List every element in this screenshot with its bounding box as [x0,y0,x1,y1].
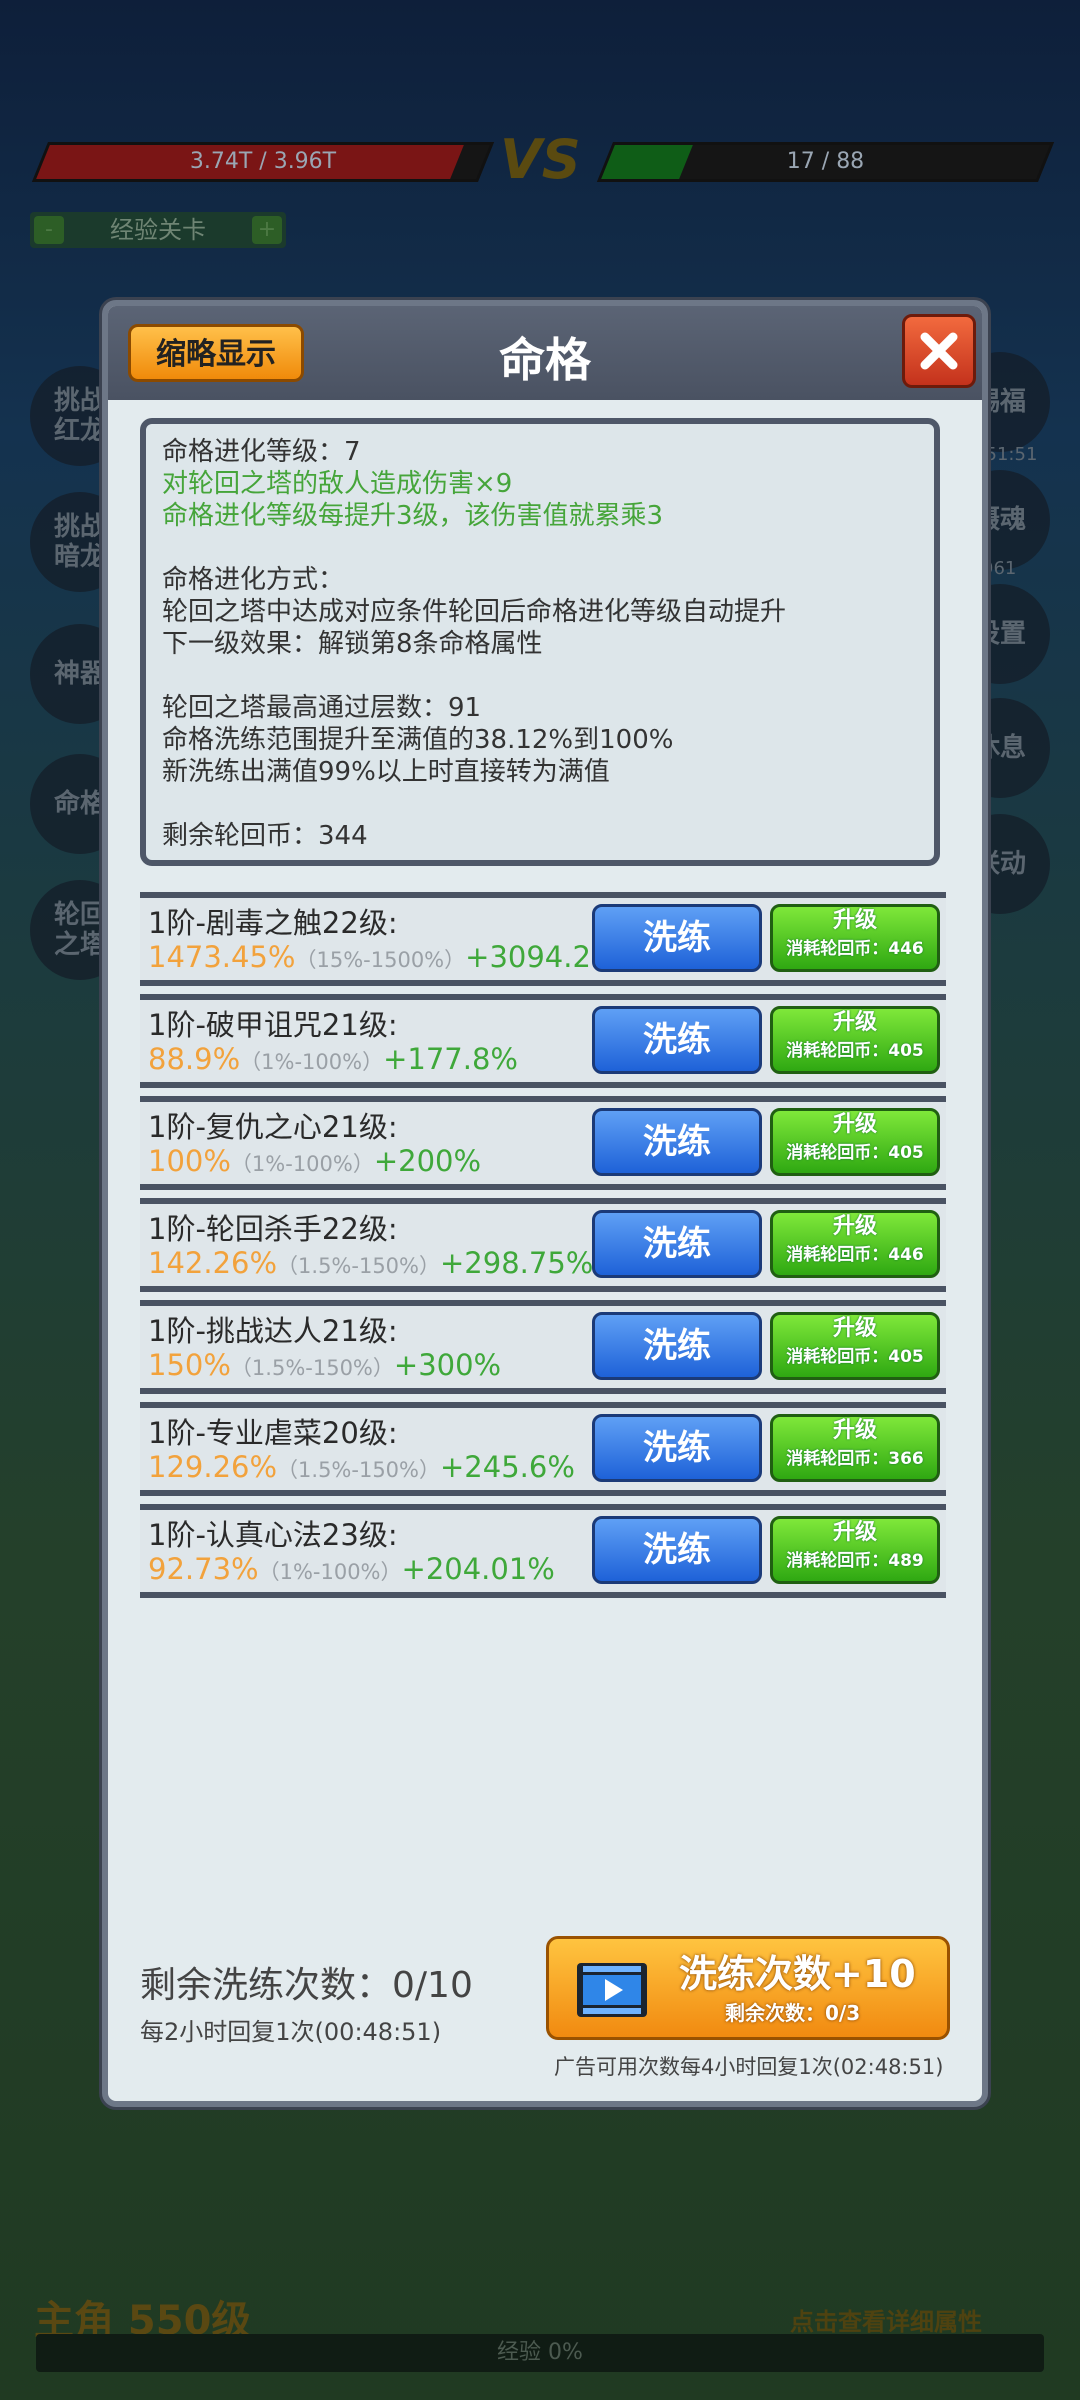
tower-damage-bonus: 对轮回之塔的敌人造成伤害×9 [162,469,513,499]
stage-plus-button[interactable]: + [252,216,282,244]
max-value-note: 新洗练出满值99%以上时直接转为满值 [162,757,610,787]
next-level-effect: 下一级效果：解锁第8条命格属性 [162,629,543,659]
attribute-values: 88.9%（1%-100%）+177.8% [148,1042,518,1076]
upgrade-button[interactable]: 升级 消耗轮回币：405 [770,1006,940,1074]
attribute-row: 1阶-挑战达人21级: 150%（1.5%-150%）+300% 洗练 升级 消耗… [140,1300,946,1394]
attribute-values: 92.73%（1%-100%）+204.01% [148,1552,555,1586]
evolution-method-desc: 轮回之塔中达成对应条件轮回后命格进化等级自动提升 [162,597,787,627]
dialog-title: 命格 [499,333,591,387]
watch-ad-button[interactable]: 洗练次数+10 剩余次数：0/3 [546,1936,950,2040]
attribute-values: 150%（1.5%-150%）+300% [148,1348,502,1382]
stage-minus-button[interactable]: - [34,216,64,244]
wash-button[interactable]: 洗练 [592,1516,762,1584]
destiny-info-box: 命格进化等级：7 对轮回之塔的敌人造成伤害×9 命格进化等级每提升3级，该伤害值… [140,418,940,866]
player-hp-text: 3.74T / 3.96T [189,149,337,174]
enemy-hp-bar: 17 / 88 [596,142,1055,182]
enemy-hp-text: 17 / 88 [786,149,865,174]
wash-button[interactable]: 洗练 [592,1210,762,1278]
stage-selector: - 经验关卡 + [30,212,286,248]
close-button[interactable] [902,314,976,388]
attribute-name: 1阶-破甲诅咒21级: [148,1008,398,1042]
detail-attributes-link[interactable]: 点击查看详细属性 [790,2302,982,2337]
video-play-icon [577,1963,647,2017]
upgrade-button[interactable]: 升级 消耗轮回币：489 [770,1516,940,1584]
vs-label: VS [500,128,581,191]
ad-recover-note: 广告可用次数每4小时回复1次(02:48:51) [554,2055,944,2079]
ad-remaining: 剩余次数：0/3 [725,2001,861,2025]
wash-button[interactable]: 洗练 [592,1414,762,1482]
attribute-values: 129.26%（1.5%-150%）+245.6% [148,1450,575,1484]
attribute-name: 1阶-轮回杀手22级: [148,1212,398,1246]
evolution-method-title: 命格进化方式： [162,565,345,595]
tower-highest-floor: 轮回之塔最高通过层数：91 [162,693,482,723]
wash-button[interactable]: 洗练 [592,904,762,972]
wash-range-note: 命格洗练范围提升至满值的38.12%到100% [162,725,674,755]
attribute-name: 1阶-专业虐菜20级: [148,1416,398,1450]
exp-bar: 经验 0% [36,2334,1044,2372]
wash-recover-note: 每2小时回复1次(00:48:51) [140,2018,442,2046]
close-icon [920,332,958,370]
attribute-values: 142.26%（1.5%-150%）+298.75% [148,1246,594,1280]
wash-button[interactable]: 洗练 [592,1006,762,1074]
attribute-row: 1阶-专业虐菜20级: 129.26%（1.5%-150%）+245.6% 洗练… [140,1402,946,1496]
player-hp-bar: 3.74T / 3.96T [31,142,495,182]
attribute-values: 100%（1%-100%）+200% [148,1144,482,1178]
ad-button-title: 洗练次数+10 [679,1952,916,1996]
attribute-row: 1阶-剧毒之触22级: 1473.45%（15%-1500%）+3094.25%… [140,892,946,986]
wash-button[interactable]: 洗练 [592,1312,762,1380]
attribute-values: 1473.45%（15%-1500%）+3094.25% [148,940,637,974]
attribute-name: 1阶-挑战达人21级: [148,1314,398,1348]
attribute-row: 1阶-认真心法23级: 92.73%（1%-100%）+204.01% 洗练 升… [140,1504,946,1598]
attribute-row: 1阶-轮回杀手22级: 142.26%（1.5%-150%）+298.75% 洗… [140,1198,946,1292]
evolution-level: 命格进化等级：7 [162,437,361,467]
attribute-name: 1阶-认真心法23级: [148,1518,398,1552]
stage-label: 经验关卡 [110,216,206,244]
upgrade-button[interactable]: 升级 消耗轮回币：405 [770,1312,940,1380]
upgrade-button[interactable]: 升级 消耗轮回币：446 [770,1210,940,1278]
attribute-name: 1阶-复仇之心21级: [148,1110,398,1144]
attribute-row: 1阶-复仇之心21级: 100%（1%-100%）+200% 洗练 升级 消耗轮回… [140,1096,946,1190]
upgrade-button[interactable]: 升级 消耗轮回币：446 [770,904,940,972]
dialog-header: 缩略显示 命格 [108,306,982,400]
wash-button[interactable]: 洗练 [592,1108,762,1176]
attribute-row: 1阶-破甲诅咒21级: 88.9%（1%-100%）+177.8% 洗练 升级消… [140,994,946,1088]
upgrade-button[interactable]: 升级 消耗轮回币：405 [770,1108,940,1176]
remaining-coins: 剩余轮回币：344 [162,821,368,851]
damage-multiplier-note: 命格进化等级每提升3级，该伤害值就累乘3 [162,501,664,531]
destiny-dialog: 缩略显示 命格 命格进化等级：7 对轮回之塔的敌人造成伤害×9 命格进化等级每提… [102,300,988,2107]
upgrade-button[interactable]: 升级 消耗轮回币：366 [770,1414,940,1482]
remaining-washes: 剩余洗练次数：0/10 [140,1965,473,2006]
attribute-name: 1阶-剧毒之触22级: [148,906,398,940]
